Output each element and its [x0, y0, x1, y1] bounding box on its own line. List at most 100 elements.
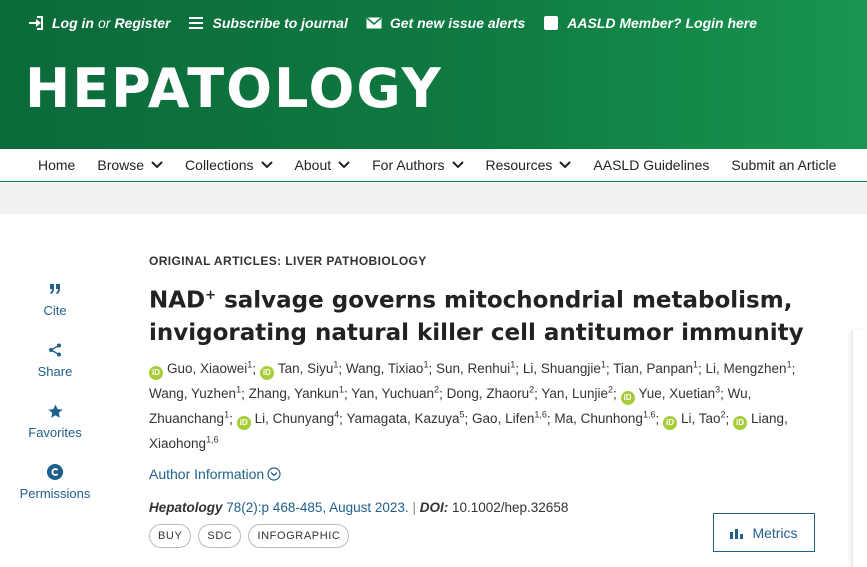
author-name: Wang, Tixiao [345, 361, 424, 377]
author-affiliation: 1 [510, 359, 516, 370]
author-item[interactable]: iD Li, Chunyang4 [236, 409, 340, 430]
nav-about-label: About [294, 157, 332, 173]
permissions-button[interactable]: Permissions [0, 463, 110, 501]
author-item[interactable]: Wang, Tixiao1 [345, 360, 429, 377]
author-affiliation: 1 [236, 384, 242, 395]
doi-value: 10.1002/hep.32658 [451, 500, 569, 516]
orcid-icon[interactable]: iD [259, 365, 274, 380]
orcid-icon[interactable]: iD [236, 415, 251, 430]
subscribe-link[interactable]: Subscribe to journal [188, 15, 348, 31]
nav-resources[interactable]: Resources [486, 157, 572, 173]
author-name: Ma, Chunhong [554, 411, 643, 427]
metrics-button[interactable]: Metrics [713, 513, 815, 552]
orcid-icon[interactable]: iD [733, 415, 748, 430]
author-item[interactable]: Li, Mengzhen1 [705, 359, 792, 377]
author-information-toggle[interactable]: Author Information [149, 466, 281, 482]
journal-logo[interactable]: HEPATOLOGY [25, 62, 443, 116]
author-name: Tian, Panpan [613, 361, 693, 377]
author-name: Tan, Siyu [277, 361, 334, 377]
side-panel-edge [852, 330, 867, 567]
separator: | [412, 500, 420, 516]
menu-icon [188, 15, 204, 31]
login-icon [28, 15, 44, 31]
author-affiliation: 1 [786, 359, 792, 370]
author-name: Yan, Lunjie [541, 386, 608, 402]
nav-about[interactable]: About [295, 157, 351, 173]
author-item[interactable]: Yamagata, Kazuya5 [346, 410, 464, 427]
author-name: Li, Mengzhen [705, 361, 787, 377]
login-link[interactable]: Log in [52, 15, 94, 31]
issue-alerts-link[interactable]: Get new issue alerts [366, 15, 525, 31]
nav-collections[interactable]: Collections [185, 157, 273, 173]
author-item[interactable]: iD Guo, Xiaowei1 [149, 360, 252, 380]
journal-name: Hepatology [149, 500, 223, 516]
share-button[interactable]: Share [0, 341, 110, 379]
favorites-button[interactable]: Favorites [0, 402, 110, 440]
title-nad: NAD [149, 287, 206, 314]
author-item[interactable]: iD Yue, Xuetian3 [620, 385, 720, 405]
author-name: Li, Tao [680, 411, 721, 427]
copyright-icon [0, 463, 110, 481]
share-icon [0, 341, 110, 359]
checkbox-icon[interactable] [543, 15, 559, 31]
author-affiliation: 1,6 [642, 409, 656, 420]
author-item[interactable]: Tian, Panpan1 [613, 360, 698, 377]
author-item[interactable]: iD Tan, Siyu1 [259, 359, 339, 380]
author-affiliation: 1 [333, 359, 339, 370]
orcid-icon[interactable]: iD [149, 365, 163, 380]
author-item[interactable]: Li, Shuangjie1 [523, 359, 606, 377]
nav-guidelines[interactable]: AASLD Guidelines [593, 157, 709, 173]
metrics-label: Metrics [752, 524, 798, 541]
volume-issue-link[interactable]: 78(2):p 468-485, August 2023. [226, 500, 408, 515]
nav-browse[interactable]: Browse [97, 157, 163, 173]
favorites-label: Favorites [28, 425, 82, 440]
author-affiliation: 1 [600, 359, 606, 370]
article-title: NAD+ salvage governs mitochondrial metab… [149, 280, 819, 349]
login-register-link[interactable]: Log in or Register [28, 15, 170, 31]
nav-home[interactable]: Home [38, 157, 75, 173]
author-item[interactable]: Dong, Zhaoru2 [446, 384, 535, 402]
author-name: Yue, Xuetian [638, 386, 716, 402]
title-rest: salvage governs mitochondrial metabolism… [149, 287, 804, 346]
author-item[interactable]: Sun, Renhui1 [436, 359, 516, 377]
site-header: Log in or Register Subscribe to journal … [0, 0, 867, 149]
author-affiliation: 2 [434, 384, 440, 395]
infographic-button[interactable]: INFOGRAPHIC [248, 524, 350, 548]
author-item[interactable]: Zhang, Yankun1 [249, 384, 344, 402]
star-icon [0, 402, 110, 420]
member-login-label: AASLD Member? Login here [567, 15, 758, 31]
article-actions: BUY SDC INFOGRAPHIC [149, 524, 356, 548]
title-superscript: + [205, 288, 217, 303]
nav-guidelines-label: AASLD Guidelines [593, 157, 710, 173]
author-affiliation: 1 [224, 409, 230, 420]
sdc-button[interactable]: SDC [198, 524, 242, 548]
register-link[interactable]: Register [114, 15, 170, 31]
author-affiliation: 1 [338, 384, 344, 395]
buy-button[interactable]: BUY [149, 524, 192, 548]
author-affiliation: 4 [334, 409, 340, 420]
nav-collections-label: Collections [185, 157, 254, 173]
cite-label: Cite [43, 303, 67, 318]
member-login-link[interactable]: AASLD Member? Login here [543, 15, 757, 31]
author-affiliation: 2 [529, 384, 535, 395]
author-item[interactable]: Yan, Lunjie2 [541, 384, 613, 402]
author-item[interactable]: Gao, Lifen1,6 [472, 409, 547, 427]
chevron-down-icon [451, 161, 464, 169]
cite-button[interactable]: Cite [0, 280, 110, 318]
author-item[interactable]: Wang, Yuzhen1 [149, 384, 242, 402]
orcid-icon[interactable]: iD [620, 390, 635, 405]
chevron-circle-down-icon [267, 467, 281, 481]
author-affiliation: 2 [607, 384, 613, 395]
nav-for-authors[interactable]: For Authors [372, 157, 464, 173]
author-information-label: Author Information [149, 466, 265, 483]
nav-submit[interactable]: Submit an Article [731, 157, 836, 173]
author-item[interactable]: Yan, Yuchuan2 [351, 384, 440, 402]
author-name: Dong, Zhaoru [446, 386, 530, 402]
orcid-icon[interactable]: iD [662, 415, 677, 430]
chevron-down-icon [151, 161, 163, 169]
author-item[interactable]: iD Li, Tao2 [662, 410, 726, 430]
author-item[interactable]: Ma, Chunhong1,6 [554, 409, 656, 427]
share-label: Share [37, 364, 73, 379]
issue-alerts-label: Get new issue alerts [389, 15, 526, 31]
author-affiliation: 1,6 [534, 409, 547, 420]
